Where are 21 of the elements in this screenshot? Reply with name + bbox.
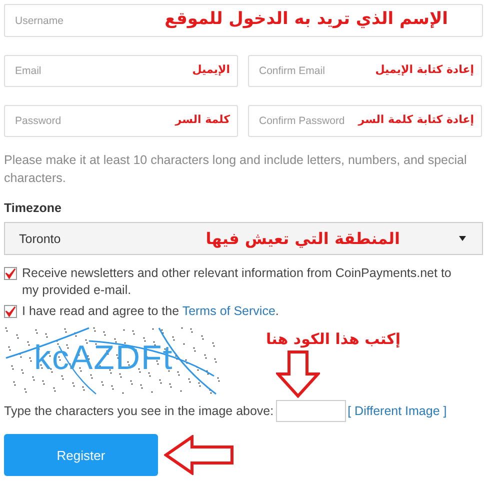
checkbox-label: I have read and agree to the Terms of Service.	[22, 303, 280, 320]
annotation-text: إعادة كتابة الإيميل	[375, 63, 474, 76]
left-arrow-icon	[164, 435, 234, 475]
annotation-text: المنطقة التي تعيش فيها	[206, 229, 400, 248]
caret-icon	[459, 236, 466, 241]
captcha-field[interactable]	[276, 400, 346, 422]
checkbox[interactable]	[4, 305, 17, 318]
checkbox[interactable]	[4, 267, 17, 280]
password-hint: Please make it at least 10 characters long and include letters, numbers, and special characters.	[4, 152, 468, 187]
down-arrow-icon	[276, 350, 320, 398]
annotation-text: كلمة السر	[175, 113, 230, 126]
different-image-link[interactable]: [ Different Image ]	[348, 404, 447, 418]
captcha-prompt: Type the characters you see in the image above:	[4, 404, 274, 418]
timezone-label: Timezone	[4, 201, 62, 215]
register-button[interactable]: Register	[4, 434, 158, 476]
terms-link[interactable]: Terms of Service	[182, 304, 276, 318]
annotation-text: الإيميل	[192, 63, 230, 76]
annotation-text: إعادة كتابة كلمة السر	[358, 113, 474, 126]
annotation-text: إكتب هذا الكود هنا	[266, 330, 400, 348]
annotation-text: الإسم الذي تريد به الدخول للموقع	[164, 9, 448, 29]
checkbox-label: Receive newsletters and other relevant information from CoinPayments.net to my provided e-mail.	[22, 265, 452, 299]
